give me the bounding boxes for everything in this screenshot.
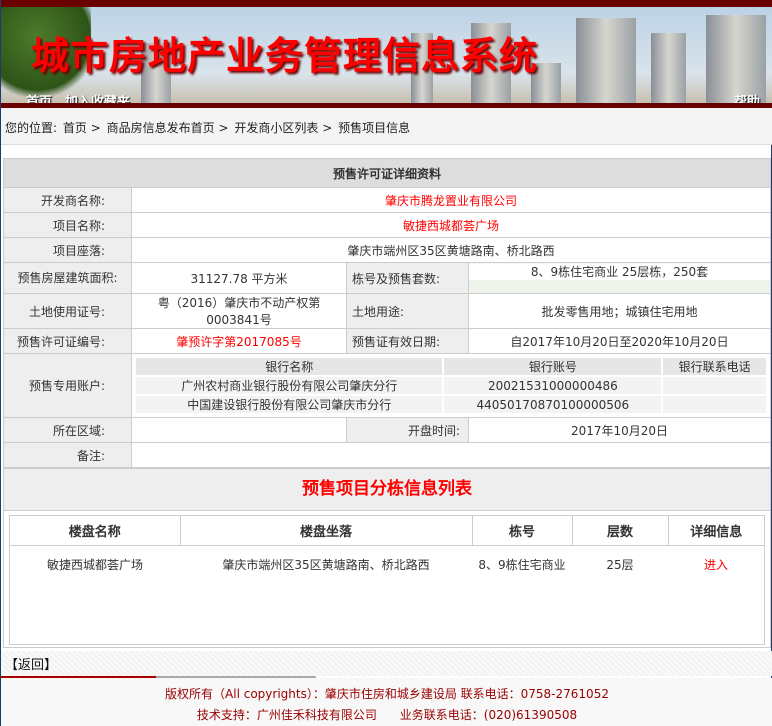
bank-header-account: 银行账号 xyxy=(442,356,664,377)
breadcrumb-separator: > xyxy=(90,121,101,135)
footer: 版权所有（All copyrights）：肇庆市住房和城乡建设局 联系电话：07… xyxy=(1,678,772,726)
bank-row: 中国建设银行股份有限公司肇庆市分行 44050170870100000506 xyxy=(133,394,768,415)
detail-title: 预售许可证详细资料 xyxy=(3,158,771,188)
breadcrumb-home[interactable]: 首页 xyxy=(63,121,87,135)
district-value xyxy=(131,417,347,443)
cell-floors: 25层 xyxy=(606,557,634,572)
cell-building: 8、9栋住宅商业 xyxy=(478,557,566,572)
enter-detail-link[interactable]: 进入 xyxy=(704,558,728,572)
nav-help-link[interactable]: 帮助 xyxy=(734,91,760,103)
project-label: 项目名称: xyxy=(3,212,132,238)
footer-tech-support: 技术支持：广州佳禾科技有限公司 xyxy=(196,708,377,722)
cell-name: 敏捷西城都荟广场 xyxy=(46,557,143,572)
breadcrumb-release-home[interactable]: 商品房信息发布首页 xyxy=(107,121,215,135)
site-title: 城市房地产业务管理信息系统 xyxy=(31,33,539,78)
nav-home-link[interactable]: 首页 xyxy=(26,91,52,103)
col-detail: 详细信息 xyxy=(668,516,764,546)
land-cert-label: 土地使用证号: xyxy=(3,293,132,329)
buildings-label: 栋号及预售套数: xyxy=(346,262,469,294)
developer-value: 肇庆市腾龙置业有限公司 xyxy=(131,187,771,213)
col-name: 楼盘名称 xyxy=(10,516,181,546)
permit-detail-table: 预售许可证详细资料 开发商名称: 肇庆市腾龙置业有限公司 项目名称: 敏捷西城都荟广… xyxy=(3,158,771,468)
building-image xyxy=(651,33,686,103)
land-use-label: 土地用途: xyxy=(346,293,469,329)
col-building: 栋号 xyxy=(472,516,573,546)
buildings-value: 8、9栋住宅商业 25层栋，250套 xyxy=(468,262,771,294)
building-list-title: 预售项目分栋信息列表 xyxy=(4,469,770,511)
header-banner: 城市房地产业务管理信息系统 首页 加入收藏夹 帮助 xyxy=(1,0,772,108)
project-value: 敏捷西城都荟广场 xyxy=(131,212,771,238)
validity-value: 自2017年10月20日至2020年10月20日 xyxy=(468,328,771,354)
location-value: 肇庆市端州区35区黄塘路南、桥北路西 xyxy=(131,237,771,263)
breadcrumb-separator: > xyxy=(322,121,333,135)
footer-business-phone: 业务联系电话：(020)61390508 xyxy=(399,708,578,722)
area-value: 31127.78 平方米 xyxy=(131,262,347,294)
bank-account-table: 银行名称 银行账号 银行联系电话 广州农村商业银行股份有限公司肇庆分行 2002153… xyxy=(133,356,768,415)
developer-label: 开发商名称: xyxy=(3,187,132,213)
bank-row: 广州农村商业银行股份有限公司肇庆分行 20021531000000486 xyxy=(133,375,768,396)
district-label: 所在区域: xyxy=(3,417,132,443)
area-label: 预售房屋建筑面积: xyxy=(3,262,132,294)
nav-bookmark-link[interactable]: 加入收藏夹 xyxy=(65,91,130,103)
breadcrumb-current: 预售项目信息 xyxy=(338,121,411,135)
permit-value: 肇预许字第2017085号 xyxy=(131,328,347,354)
land-cert-value: 粤（2016）肇庆市不动产权第0003841号 xyxy=(131,293,347,329)
location-label: 项目座落: xyxy=(3,237,132,263)
bank-account: 20021531000000486 xyxy=(442,375,664,396)
opening-value: 2017年10月20日 xyxy=(468,417,771,443)
building-image xyxy=(576,18,636,103)
col-location: 楼盘坐落 xyxy=(180,516,473,546)
building-list-panel: 预售项目分栋信息列表 楼盘名称 楼盘坐落 栋号 层数 详细信息 敏捷西城都荟广场… xyxy=(3,468,771,648)
bank-name: 中国建设银行股份有限公司肇庆市分行 xyxy=(133,394,445,415)
opening-label: 开盘时间: xyxy=(346,417,469,443)
bank-phone xyxy=(661,394,768,415)
validity-label: 预售证有效日期: xyxy=(346,328,469,354)
cell-location: 肇庆市端州区35区黄塘路南、桥北路西 xyxy=(222,557,430,572)
col-floors: 层数 xyxy=(572,516,669,546)
remark-value xyxy=(131,442,771,468)
remark-label: 备注: xyxy=(3,442,132,468)
bank-phone xyxy=(661,375,768,396)
breadcrumb-label: 您的位置: xyxy=(5,121,58,135)
breadcrumb-separator: > xyxy=(218,121,229,135)
land-use-value: 批发零售用地；城镇住宅用地 xyxy=(468,293,771,329)
breadcrumb: 您的位置: 首页 > 商品房信息发布首页 > 开发商小区列表 > 预售项目信息 xyxy=(1,108,772,145)
bank-account: 44050170870100000506 xyxy=(442,394,664,415)
account-label: 预售专用账户: xyxy=(3,353,132,418)
building-list-table: 楼盘名称 楼盘坐落 栋号 层数 详细信息 敏捷西城都荟广场 肇庆市端州区35区黄… xyxy=(10,516,764,583)
permit-label: 预售许可证编号: xyxy=(3,328,132,354)
bank-header-phone: 银行联系电话 xyxy=(661,356,768,377)
table-row: 敏捷西城都荟广场 肇庆市端州区35区黄塘路南、桥北路西 8、9栋住宅商业 25层… xyxy=(10,545,764,583)
bank-header-name: 银行名称 xyxy=(133,356,445,377)
bank-name: 广州农村商业银行股份有限公司肇庆分行 xyxy=(133,375,445,396)
footer-copyright: 版权所有（All copyrights）：肇庆市住房和城乡建设局 联系电话：07… xyxy=(165,687,609,701)
back-bar: 【返回】 xyxy=(1,651,772,676)
back-link[interactable]: 【返回】 xyxy=(5,658,57,673)
building-image xyxy=(706,15,766,103)
breadcrumb-developer-list[interactable]: 开发商小区列表 xyxy=(234,121,318,135)
